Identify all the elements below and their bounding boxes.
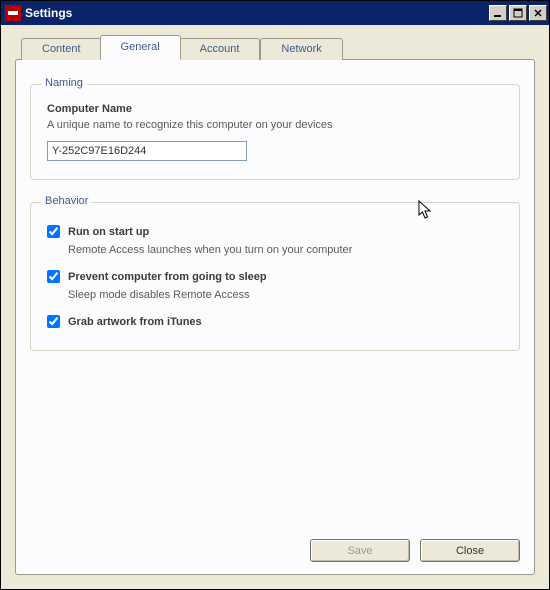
close-icon	[533, 8, 543, 18]
app-icon	[5, 5, 21, 21]
startup-checkbox[interactable]	[47, 225, 60, 238]
tab-general[interactable]: General	[100, 35, 181, 60]
dialog-button-row: Save Close	[30, 539, 520, 562]
startup-description: Remote Access launches when you turn on …	[68, 244, 503, 256]
close-button[interactable]: Close	[420, 539, 520, 562]
group-naming: Naming Computer Name A unique name to re…	[30, 84, 520, 180]
artwork-label: Grab artwork from iTunes	[68, 316, 202, 328]
tab-content[interactable]: Content	[21, 38, 102, 60]
sleep-checkbox[interactable]	[47, 270, 60, 283]
sleep-description: Sleep mode disables Remote Access	[68, 289, 503, 301]
window-title: Settings	[25, 6, 72, 20]
maximize-icon	[513, 8, 523, 18]
tab-account[interactable]: Account	[179, 38, 261, 60]
tab-network[interactable]: Network	[260, 38, 342, 60]
close-window-button[interactable]	[529, 5, 547, 21]
maximize-button[interactable]	[509, 5, 527, 21]
group-naming-label: Naming	[41, 77, 87, 89]
client-area: Content General Account Network Naming C…	[1, 25, 549, 589]
computer-name-heading: Computer Name	[47, 103, 503, 115]
group-behavior: Behavior Run on start up Remote Access l…	[30, 202, 520, 351]
save-button[interactable]: Save	[310, 539, 410, 562]
sleep-label: Prevent computer from going to sleep	[68, 271, 267, 283]
title-bar: Settings	[1, 1, 549, 25]
minimize-button[interactable]	[489, 5, 507, 21]
computer-name-description: A unique name to recognize this computer…	[47, 119, 503, 131]
computer-name-input[interactable]	[47, 141, 247, 161]
artwork-checkbox[interactable]	[47, 315, 60, 328]
tab-panel-general: Naming Computer Name A unique name to re…	[15, 59, 535, 575]
minimize-icon	[493, 8, 503, 18]
startup-label: Run on start up	[68, 226, 149, 238]
tab-strip: Content General Account Network	[21, 37, 535, 59]
group-behavior-label: Behavior	[41, 195, 92, 207]
